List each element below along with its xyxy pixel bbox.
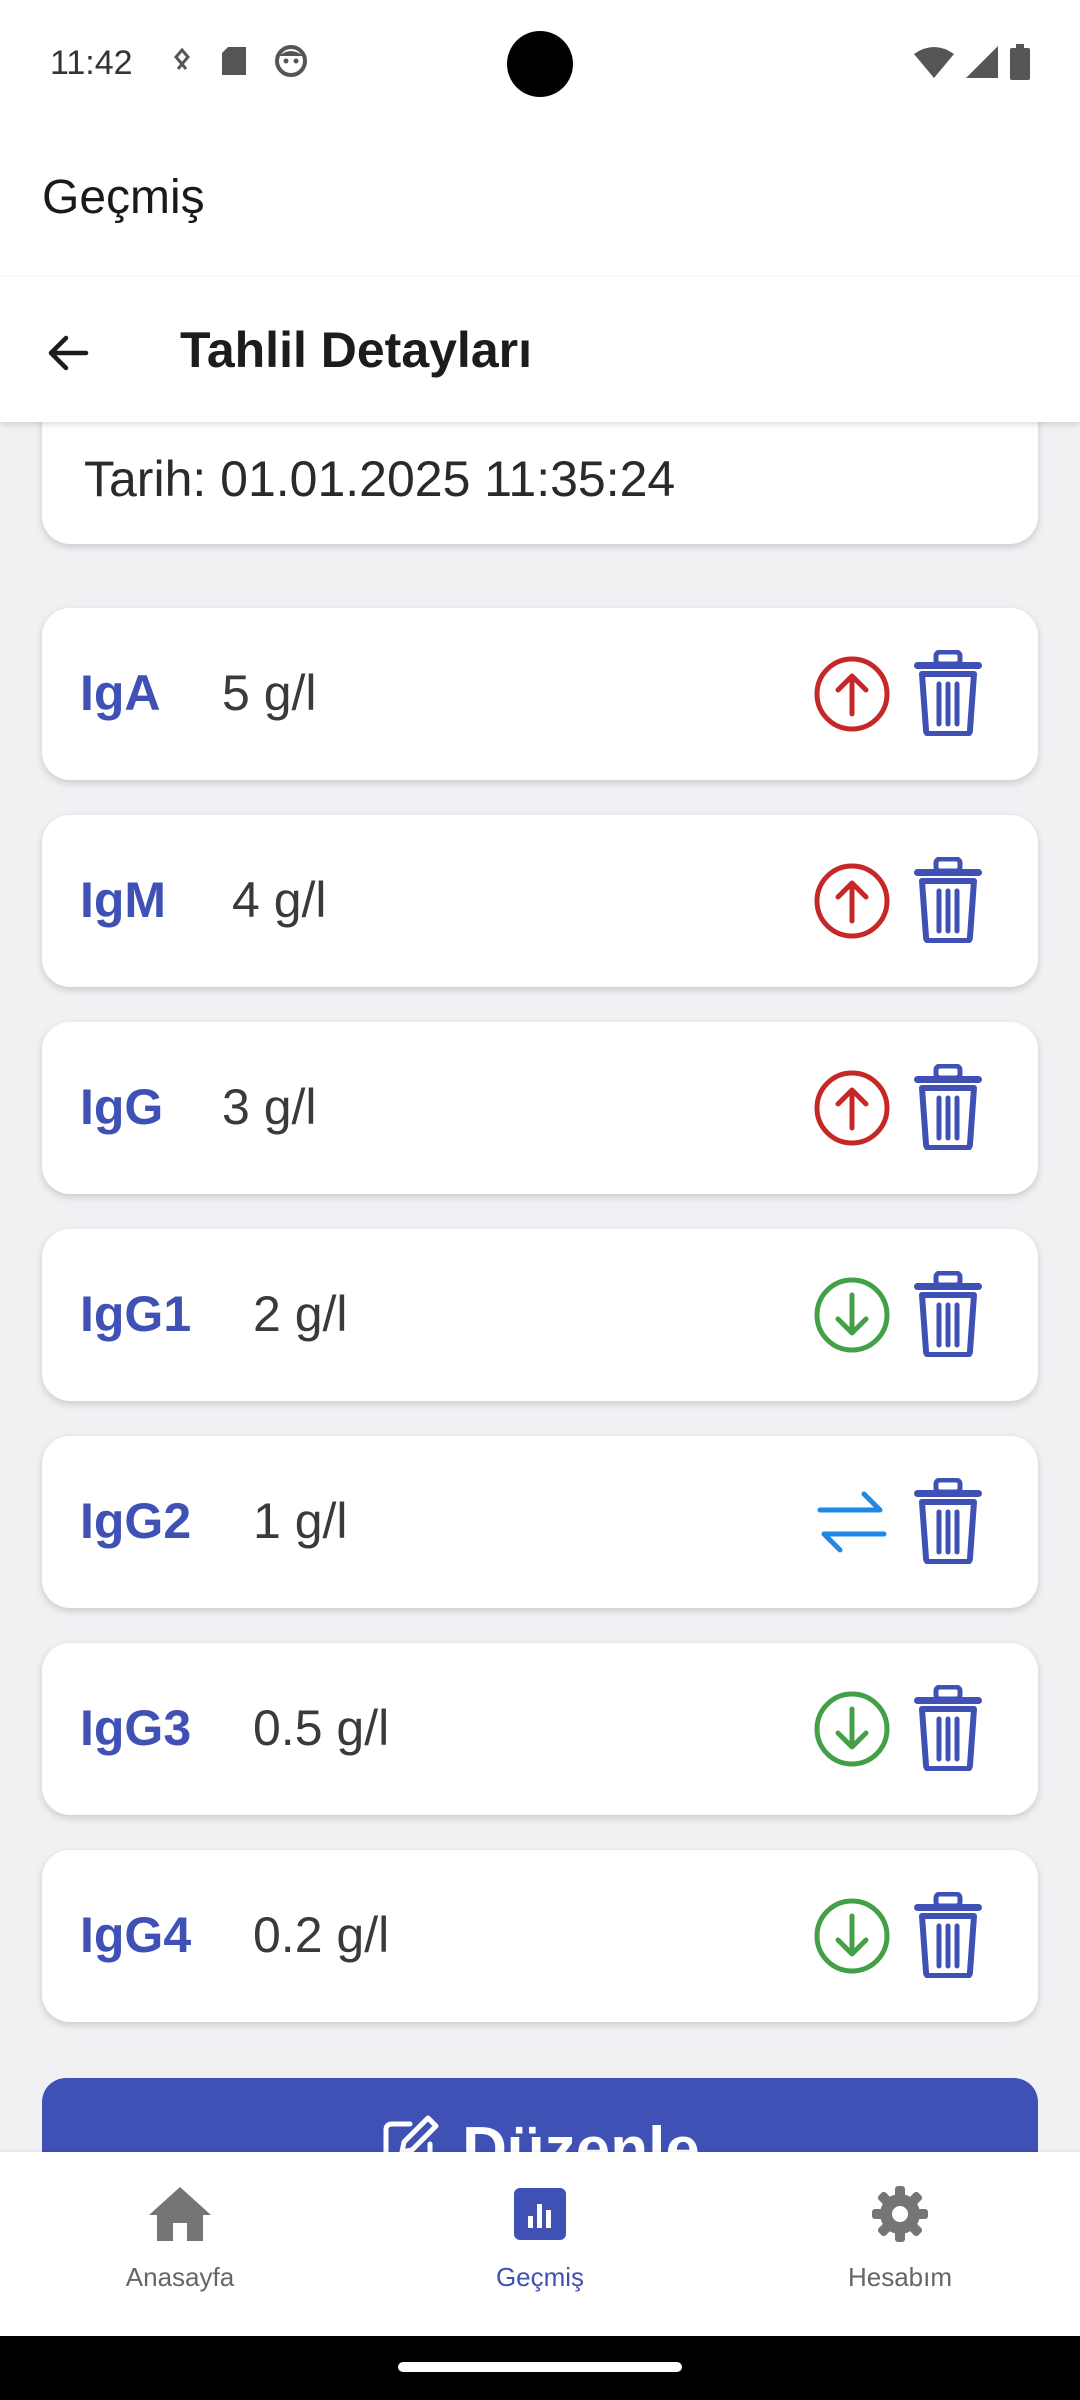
signal-icon (966, 46, 998, 78)
result-name: IgG2 (80, 1493, 192, 1549)
edit-icon (383, 2115, 439, 2152)
result-value: 3 g/l (222, 1079, 317, 1135)
result-name: IgM (80, 872, 167, 928)
chart-icon (514, 2188, 566, 2240)
nav-label-account: Hesabım (847, 2262, 953, 2292)
swap-horizontal-icon (817, 1491, 887, 1553)
delete-icon[interactable] (912, 1685, 984, 1771)
result-name: IgG (80, 1079, 164, 1135)
gesture-bar (0, 2336, 1080, 2400)
app-bar: Geçmiş (0, 130, 1080, 276)
result-value: 4 g/l (232, 872, 327, 928)
result-value: 2 g/l (253, 1286, 348, 1342)
status-icons-left (170, 44, 308, 78)
trend-up-icon (814, 863, 890, 939)
nav-item-history[interactable]: Geçmiş (360, 2152, 720, 2336)
edit-button[interactable]: Düzenle (42, 2078, 1038, 2152)
result-card: IgG2 1 g/l (42, 1436, 1038, 1608)
camera-cutout (507, 31, 573, 97)
bottom-nav: Anasayfa Geçmiş Hesabım (0, 2152, 1080, 2336)
trend-up-icon (814, 1070, 890, 1146)
arrow-left-icon (48, 335, 89, 371)
result-name: IgG3 (80, 1700, 192, 1756)
date-card: Tarih: 01.01.2025 11:35:24 (42, 422, 1038, 544)
result-card: IgA 5 g/l (42, 608, 1038, 780)
result-card: IgM 4 g/l (42, 815, 1038, 987)
settings-icon (872, 2186, 928, 2242)
delete-icon[interactable] (912, 1064, 984, 1150)
home-icon (149, 2187, 211, 2241)
back-button[interactable] (36, 321, 100, 385)
result-card: IgG4 0.2 g/l (42, 1850, 1038, 2022)
page-title: Tahlil Detayları (180, 322, 532, 378)
result-name: IgG4 (80, 1907, 192, 1963)
nav-item-account[interactable]: Hesabım (720, 2152, 1080, 2336)
result-name: IgA (80, 665, 161, 721)
delete-icon[interactable] (912, 1892, 984, 1978)
face-icon (275, 45, 307, 77)
nav-label-home: Anasayfa (125, 2262, 235, 2292)
result-card: IgG 3 g/l (42, 1022, 1038, 1194)
result-card: IgG1 2 g/l (42, 1229, 1038, 1401)
delete-icon[interactable] (912, 650, 984, 736)
trend-down-icon (814, 1277, 890, 1353)
result-value: 5 g/l (222, 665, 317, 721)
trend-down-icon (814, 1691, 890, 1767)
trend-up-icon (814, 656, 890, 732)
nav-item-home[interactable]: Anasayfa (0, 2152, 360, 2336)
result-value: 0.5 g/l (253, 1700, 390, 1756)
status-icons-right (914, 44, 1030, 80)
trend-down-icon (814, 1898, 890, 1974)
home-gesture-handle[interactable] (398, 2362, 682, 2372)
delete-icon[interactable] (912, 857, 984, 943)
result-card: IgG3 0.5 g/l (42, 1643, 1038, 1815)
status-bar: 11:42 (0, 0, 1080, 130)
result-value: 0.2 g/l (253, 1907, 390, 1963)
nav-label-history: Geçmiş (495, 2262, 585, 2292)
wifi-icon (914, 47, 954, 78)
result-value: 1 g/l (253, 1493, 348, 1549)
edit-button-label: Düzenle (462, 2115, 700, 2152)
results-list[interactable]: Tarih: 01.01.2025 11:35:24 IgA 5 g/l IgM… (0, 422, 1080, 2152)
detail-header: Tahlil Detayları (0, 276, 1080, 422)
result-name: IgG1 (80, 1286, 192, 1342)
status-time: 11:42 (50, 44, 133, 82)
delete-icon[interactable] (912, 1478, 984, 1564)
delete-icon[interactable] (912, 1271, 984, 1357)
app-title: Geçmiş (42, 171, 205, 224)
accessibility-icon (174, 47, 190, 70)
test-date: Tarih: 01.01.2025 11:35:24 (84, 451, 676, 507)
battery-icon (1010, 44, 1030, 80)
sd-card-icon (222, 47, 246, 75)
